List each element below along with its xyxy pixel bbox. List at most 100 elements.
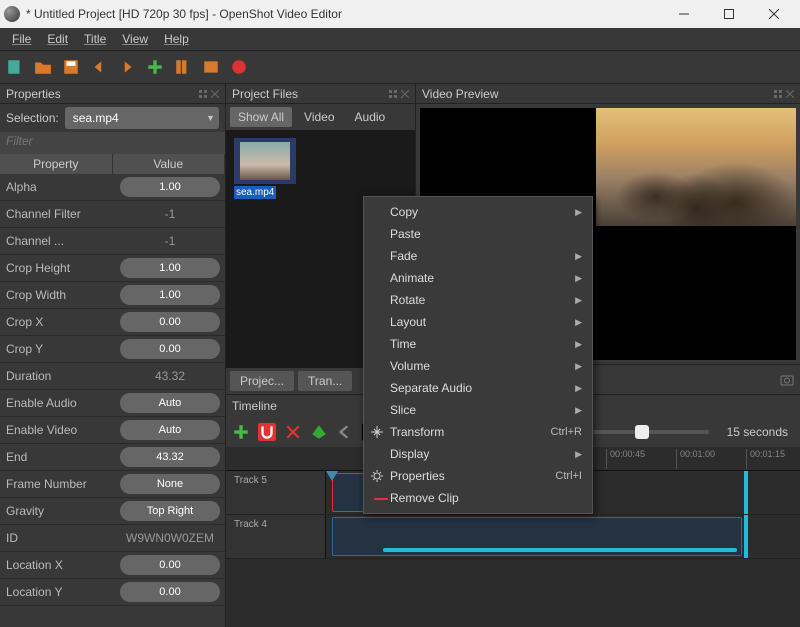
context-menu-item[interactable]: TransformCtrl+R bbox=[364, 421, 592, 443]
context-menu-label: Rotate bbox=[390, 293, 425, 307]
context-menu-item[interactable]: Slice▶ bbox=[364, 399, 592, 421]
property-row[interactable]: End 43.32 bbox=[0, 444, 225, 471]
context-menu-label: Remove Clip bbox=[390, 491, 459, 505]
menu-view[interactable]: View bbox=[114, 30, 156, 48]
property-row[interactable]: Frame NumberNone bbox=[0, 471, 225, 498]
selection-dropdown[interactable]: sea.mp4 bbox=[65, 107, 219, 129]
property-row[interactable]: Crop X0.00 bbox=[0, 309, 225, 336]
property-value[interactable]: 1.00 bbox=[120, 258, 220, 278]
property-row[interactable]: Enable AudioAuto bbox=[0, 390, 225, 417]
property-row[interactable]: Alpha1.00 bbox=[0, 174, 225, 201]
context-menu-item[interactable]: Paste bbox=[364, 223, 592, 245]
snapshot-icon[interactable] bbox=[780, 373, 794, 387]
property-value[interactable]: None bbox=[120, 474, 220, 494]
fullscreen-icon[interactable] bbox=[202, 58, 220, 76]
tab-show-all[interactable]: Show All bbox=[230, 107, 292, 127]
context-menu-item[interactable]: Volume▶ bbox=[364, 355, 592, 377]
property-value[interactable]: 0.00 bbox=[120, 312, 220, 332]
property-row[interactable]: Channel ...-1 bbox=[0, 228, 225, 255]
project-file-item[interactable]: sea.mp4 bbox=[234, 138, 296, 199]
context-menu-item[interactable]: Display▶ bbox=[364, 443, 592, 465]
property-row[interactable]: Channel Filter-1 bbox=[0, 201, 225, 228]
close-button[interactable] bbox=[751, 0, 796, 28]
context-menu-item[interactable]: Copy▶ bbox=[364, 201, 592, 223]
razor-icon[interactable] bbox=[284, 423, 302, 441]
clip-edge-marker[interactable] bbox=[744, 515, 748, 558]
property-value[interactable]: 43.32 bbox=[120, 447, 220, 467]
tab-project-files[interactable]: Projec... bbox=[230, 371, 294, 391]
track-label[interactable]: Track 4 bbox=[226, 515, 326, 558]
property-value[interactable]: W9WN0W0ZEM bbox=[120, 531, 220, 545]
property-row[interactable]: GravityTop Right bbox=[0, 498, 225, 525]
property-name: End bbox=[0, 450, 115, 464]
property-value[interactable]: 0.00 bbox=[120, 555, 220, 575]
property-value[interactable]: 43.32 bbox=[120, 369, 220, 383]
property-row[interactable]: IDW9WN0W0ZEM bbox=[0, 525, 225, 552]
panel-close-icon[interactable] bbox=[401, 90, 409, 98]
clip-edge-marker[interactable] bbox=[744, 471, 748, 514]
property-row[interactable]: Crop Y 0.00 bbox=[0, 336, 225, 363]
context-menu-item[interactable]: Fade▶ bbox=[364, 245, 592, 267]
panel-float-icon[interactable] bbox=[774, 90, 782, 98]
panel-float-icon[interactable] bbox=[389, 90, 397, 98]
maximize-button[interactable] bbox=[706, 0, 751, 28]
property-value[interactable]: 0.00 bbox=[120, 582, 220, 602]
property-name: Location X bbox=[0, 558, 115, 572]
tab-transitions[interactable]: Tran... bbox=[298, 371, 352, 391]
minimize-button[interactable] bbox=[661, 0, 706, 28]
property-value[interactable]: Auto bbox=[120, 393, 220, 413]
property-value[interactable]: Top Right bbox=[120, 501, 220, 521]
playhead[interactable] bbox=[332, 471, 333, 627]
property-row[interactable]: Enable Video Auto bbox=[0, 417, 225, 444]
snap-icon[interactable] bbox=[258, 423, 276, 441]
context-menu-item[interactable]: Rotate▶ bbox=[364, 289, 592, 311]
undo-icon[interactable] bbox=[90, 58, 108, 76]
context-menu-item[interactable]: Remove Clip bbox=[364, 487, 592, 509]
timeline-clip[interactable] bbox=[332, 517, 742, 556]
panel-close-icon[interactable] bbox=[211, 90, 219, 98]
property-row[interactable]: Crop Height1.00 bbox=[0, 255, 225, 282]
property-value[interactable]: -1 bbox=[120, 234, 220, 248]
tab-audio[interactable]: Audio bbox=[347, 107, 394, 127]
property-row[interactable]: Crop Width1.00 bbox=[0, 282, 225, 309]
property-name: Crop Y bbox=[0, 342, 115, 356]
context-menu-item[interactable]: Time▶ bbox=[364, 333, 592, 355]
property-name: Duration bbox=[0, 369, 115, 383]
property-row[interactable]: Location Y0.00 bbox=[0, 579, 225, 606]
property-value[interactable]: -1 bbox=[120, 207, 220, 221]
open-project-icon[interactable] bbox=[34, 58, 52, 76]
submenu-arrow-icon: ▶ bbox=[575, 383, 582, 394]
add-track-icon[interactable] bbox=[232, 423, 250, 441]
tab-video[interactable]: Video bbox=[296, 107, 342, 127]
prev-marker-icon[interactable] bbox=[336, 423, 354, 441]
submenu-arrow-icon: ▶ bbox=[575, 449, 582, 460]
menu-file[interactable]: File bbox=[4, 30, 39, 48]
track-label[interactable]: Track 5 bbox=[226, 471, 326, 514]
properties-filter-input[interactable]: Filter bbox=[0, 132, 225, 154]
context-menu-item[interactable]: PropertiesCtrl+I bbox=[364, 465, 592, 487]
profile-icon[interactable] bbox=[174, 58, 192, 76]
submenu-arrow-icon: ▶ bbox=[575, 361, 582, 372]
property-value[interactable]: 1.00 bbox=[120, 285, 220, 305]
panel-float-icon[interactable] bbox=[199, 90, 207, 98]
property-value[interactable]: 0.00 bbox=[120, 339, 220, 359]
context-menu-item[interactable]: Animate▶ bbox=[364, 267, 592, 289]
marker-icon[interactable] bbox=[310, 423, 328, 441]
export-icon[interactable] bbox=[230, 58, 248, 76]
menu-edit[interactable]: Edit bbox=[39, 30, 76, 48]
redo-icon[interactable] bbox=[118, 58, 136, 76]
property-value[interactable]: Auto bbox=[120, 420, 220, 440]
context-menu-label: Properties bbox=[390, 469, 445, 483]
panel-close-icon[interactable] bbox=[786, 90, 794, 98]
property-name: Enable Video bbox=[0, 423, 115, 437]
context-menu-item[interactable]: Separate Audio▶ bbox=[364, 377, 592, 399]
new-project-icon[interactable] bbox=[6, 58, 24, 76]
import-files-icon[interactable] bbox=[146, 58, 164, 76]
property-value[interactable]: 1.00 bbox=[120, 177, 220, 197]
save-project-icon[interactable] bbox=[62, 58, 80, 76]
context-menu-item[interactable]: Layout▶ bbox=[364, 311, 592, 333]
property-row[interactable]: Duration 43.32 bbox=[0, 363, 225, 390]
property-row[interactable]: Location X 0.00 bbox=[0, 552, 225, 579]
menu-title[interactable]: Title bbox=[76, 30, 114, 48]
menu-help[interactable]: Help bbox=[156, 30, 197, 48]
